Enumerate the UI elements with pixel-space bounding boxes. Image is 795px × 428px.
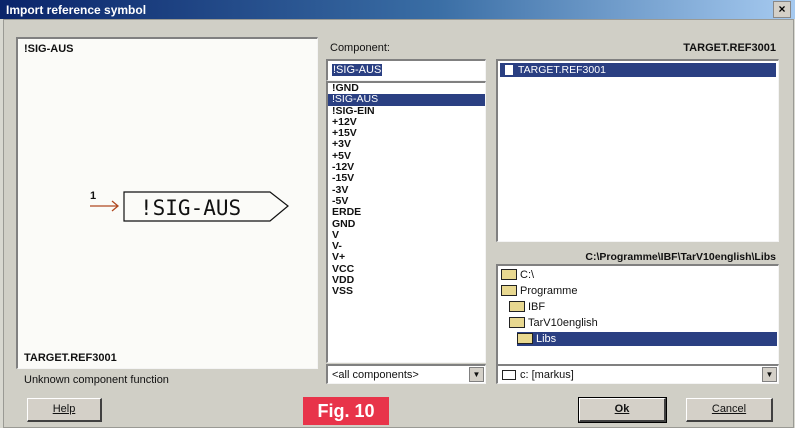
drive-icon [502,370,516,381]
directory-label: TarV10english [528,317,598,329]
close-button[interactable]: × [773,1,791,18]
preview-reference: TARGET.REF3001 [24,352,117,364]
ok-button[interactable]: Ok [578,397,667,423]
directory-label: IBF [528,301,546,313]
window-title: Import reference symbol [6,3,147,17]
component-list-item[interactable]: -3V [328,184,485,196]
folder-icon [509,300,525,312]
folder-icon [509,316,525,328]
folder-icon [517,332,533,344]
directory-item[interactable]: Libs [517,332,777,346]
library-file-name: TARGET.REF3001 [518,64,606,76]
component-list-item[interactable]: !SIG-AUS [328,93,485,106]
preview-component-name: !SIG-AUS [24,43,74,55]
directory-label: Libs [536,333,557,345]
library-file-label: TARGET.REF3001 [683,42,776,54]
symbol-graphic: 1 !SIG-AUS [90,190,289,222]
component-list-item[interactable]: ERDE [328,206,485,218]
component-list-item[interactable]: V- [328,240,485,252]
symbol-label: !SIG-AUS [140,196,241,220]
directory-label: Programme [520,285,578,297]
component-input[interactable]: !SIG-AUS [326,59,486,81]
library-file-list[interactable]: TARGET.REF3001 [496,59,779,242]
pin-number: 1 [90,190,96,202]
component-label: Component: [330,42,390,54]
component-list[interactable]: !GND !SIG-AUS !SIG-EIN +12V +15V +3V +5V -12V -1… [326,81,486,363]
component-list-item[interactable]: +15V [328,127,485,139]
library-path: C:\Programme\IBF\TarV10english\Libs [585,251,776,263]
directory-item[interactable]: C:\ [501,268,534,282]
directory-item[interactable]: TarV10english [509,316,598,330]
symbol-preview: !SIG-AUS 1 !SIG-AUS TARGET.REF3001 [16,37,318,369]
file-icon [505,65,513,75]
title-bar: Import reference symbol × [0,0,795,19]
help-button[interactable]: Help [27,398,102,422]
folder-icon [501,284,517,296]
component-list-item[interactable]: VSS [328,286,485,298]
component-status: Unknown component function [24,374,169,386]
directory-tree[interactable]: C:\ Programme IBF TarV10english Libs [496,264,779,368]
chevron-down-icon[interactable]: ▼ [762,367,777,382]
drive-select[interactable]: c: [markus] ▼ [496,364,779,384]
component-filter-value: <all components> [332,369,419,381]
component-list-item[interactable]: -15V [328,173,485,185]
library-file-item[interactable]: TARGET.REF3001 [500,63,776,77]
folder-icon [501,268,517,280]
directory-item[interactable]: Programme [501,284,577,298]
component-filter-select[interactable]: <all components> ▼ [326,364,486,384]
figure-caption: Fig. 10 [303,397,389,425]
drive-value: c: [markus] [520,369,574,381]
component-input-value: !SIG-AUS [332,64,383,76]
chevron-down-icon[interactable]: ▼ [469,367,484,382]
component-list-item[interactable]: V [328,229,485,241]
component-list-item[interactable]: GND [328,218,485,230]
cancel-button[interactable]: Cancel [686,398,773,422]
directory-item[interactable]: IBF [509,300,545,314]
directory-label: C:\ [520,269,535,281]
component-list-item[interactable]: +3V [328,139,485,151]
drive-value-wrap: c: [markus] [502,369,574,381]
